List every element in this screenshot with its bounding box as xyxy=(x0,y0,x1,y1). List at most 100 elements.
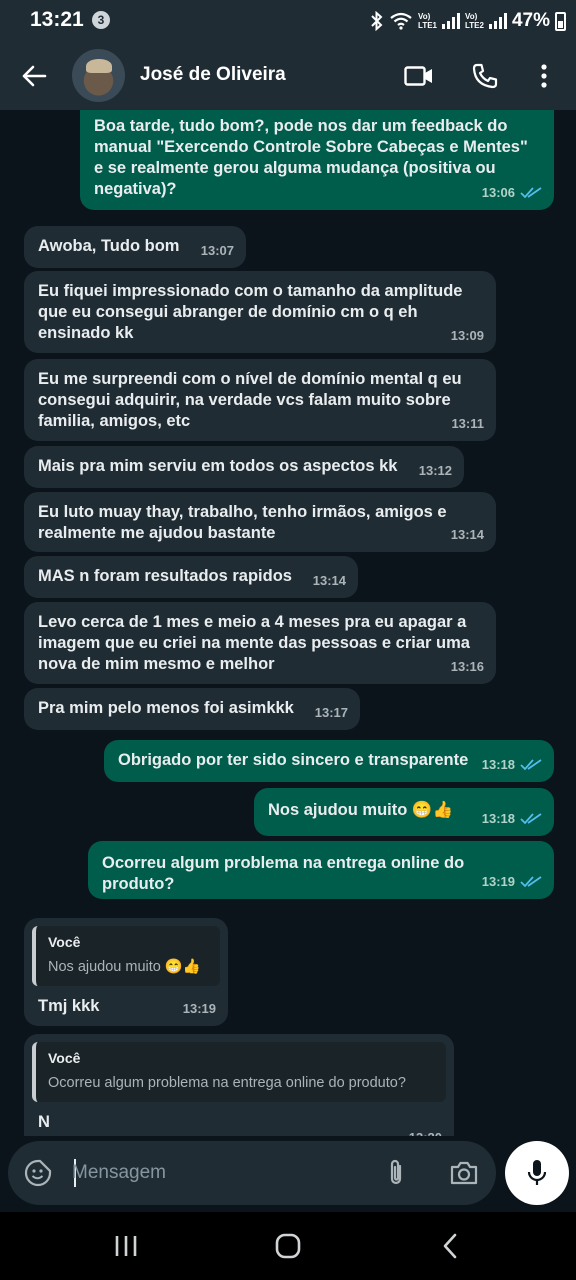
contact-name[interactable]: José de Oliveira xyxy=(140,64,286,86)
message-meta: 13:14 xyxy=(451,524,484,545)
message-text: Eu luto muay thay, trabalho, tenho irmão… xyxy=(38,503,447,542)
quoted-message[interactable]: Você Nos ajudou muito 😁👍 xyxy=(32,926,220,986)
video-camera-icon xyxy=(404,66,432,86)
message-time: 13:20 xyxy=(409,1127,442,1136)
message-time: 13:16 xyxy=(450,659,484,674)
message-meta: 13:16 xyxy=(451,656,484,677)
sim1-label: Vo) LTE1 xyxy=(418,12,437,30)
voice-call-button[interactable] xyxy=(468,59,502,93)
attach-button[interactable] xyxy=(380,1157,412,1189)
read-ticks-icon xyxy=(520,758,542,770)
status-icons: Vo) LTE1 Vo) LTE2 47% xyxy=(370,6,566,36)
message-meta: 13:17 xyxy=(315,702,348,723)
message-incoming-reply[interactable]: Você Ocorreu algum problema na entrega o… xyxy=(24,1034,454,1136)
avatar[interactable] xyxy=(72,49,125,102)
sticker-icon xyxy=(24,1159,52,1187)
message-text: Ocorreu algum problema na entrega online… xyxy=(102,854,465,893)
message-time: 13:18 xyxy=(481,757,515,772)
message-incoming[interactable]: MAS n foram resultados rapidos 13:14 xyxy=(24,556,358,598)
message-meta: 13:11 xyxy=(451,413,484,434)
message-input[interactable] xyxy=(72,1159,372,1187)
message-text: Eu fiquei impressionado com o tamanho da… xyxy=(38,282,463,342)
more-vertical-icon xyxy=(541,64,547,88)
bluetooth-icon xyxy=(370,11,384,31)
message-time: 13:06 xyxy=(481,185,515,200)
message-meta: 13:07 xyxy=(201,240,234,261)
wifi-icon xyxy=(389,12,413,30)
sim2-label: Vo) LTE2 xyxy=(465,12,484,30)
message-time: 13:17 xyxy=(314,705,348,720)
home-icon xyxy=(275,1233,301,1259)
message-time: 13:09 xyxy=(450,328,484,343)
message-incoming[interactable]: Eu me surpreendi com o nível de domínio … xyxy=(24,359,496,441)
message-time: 13:19 xyxy=(481,874,515,889)
quote-text: Ocorreu algum problema na entrega online… xyxy=(48,1075,406,1091)
message-time: 13:19 xyxy=(182,1001,216,1016)
system-navigation-bar xyxy=(0,1212,576,1280)
paperclip-icon xyxy=(390,1159,402,1185)
message-outgoing[interactable]: Nos ajudou muito 😁👍 13:18 xyxy=(254,788,554,836)
quote-text: Nos ajudou muito 😁👍 xyxy=(48,959,201,975)
home-button[interactable] xyxy=(268,1230,308,1262)
message-text: Mais pra mim serviu em todos os aspectos… xyxy=(38,457,398,475)
message-outgoing[interactable]: Boa tarde, tudo bom?, pode nos dar um fe… xyxy=(80,110,554,210)
message-meta: 13:12 xyxy=(419,460,452,481)
status-time: 13:21 xyxy=(30,8,84,31)
message-outgoing[interactable]: Ocorreu algum problema na entrega online… xyxy=(88,841,554,899)
battery-icon xyxy=(555,11,566,31)
message-meta: 13:09 xyxy=(451,325,484,346)
message-time: 13:18 xyxy=(481,811,515,826)
emoji-button[interactable] xyxy=(22,1157,54,1189)
system-back-button[interactable] xyxy=(430,1230,470,1262)
chat-header: José de Oliveira xyxy=(0,42,576,110)
recent-apps-button[interactable] xyxy=(106,1230,146,1262)
sim2-signal-icon xyxy=(488,13,507,29)
message-text: N xyxy=(38,1113,50,1131)
message-time: 13:11 xyxy=(451,416,484,431)
more-options-button[interactable] xyxy=(527,59,561,93)
message-text: Boa tarde, tudo bom?, pode nos dar um fe… xyxy=(94,117,528,198)
message-incoming[interactable]: Eu luto muay thay, trabalho, tenho irmão… xyxy=(24,492,496,552)
arrow-left-icon xyxy=(22,65,47,87)
message-meta: 13:19 xyxy=(482,871,542,892)
battery-percent: 47% xyxy=(511,10,550,31)
message-meta: 13:14 xyxy=(313,570,346,591)
sim1-volte: Vo) xyxy=(418,12,431,21)
message-incoming[interactable]: Pra mim pelo menos foi asimkkk 13:17 xyxy=(24,688,360,730)
microphone-icon xyxy=(527,1160,547,1185)
video-call-button[interactable] xyxy=(402,59,436,93)
message-composer xyxy=(8,1141,496,1205)
message-meta: 13:18 xyxy=(482,754,542,775)
message-incoming[interactable]: Levo cerca de 1 mes e meio a 4 meses pra… xyxy=(24,602,496,684)
message-text: Pra mim pelo menos foi asimkkk xyxy=(38,699,294,717)
message-meta: 13:06 xyxy=(482,182,542,203)
chevron-left-icon xyxy=(443,1233,457,1259)
message-incoming[interactable]: Awoba, Tudo bom 13:07 xyxy=(24,226,246,268)
sim1-lte: LTE1 xyxy=(418,21,437,30)
read-ticks-icon xyxy=(520,875,542,887)
read-ticks-icon xyxy=(520,186,542,198)
message-meta: 13:18 xyxy=(482,808,542,829)
message-meta: 13:20 xyxy=(409,1127,442,1136)
phone-icon xyxy=(472,63,498,89)
message-time: 13:12 xyxy=(418,463,452,478)
message-time: 13:14 xyxy=(450,527,484,542)
voice-message-button[interactable] xyxy=(505,1141,569,1205)
camera-button[interactable] xyxy=(448,1157,480,1189)
message-incoming-reply[interactable]: Você Nos ajudou muito 😁👍 Tmj kkk 13:19 xyxy=(24,918,228,1026)
message-text: Eu me surpreendi com o nível de domínio … xyxy=(38,370,462,430)
message-outgoing[interactable]: Obrigado por ter sido sincero e transpar… xyxy=(104,740,554,782)
quote-author: Você xyxy=(48,1050,81,1066)
quoted-message[interactable]: Você Ocorreu algum problema na entrega o… xyxy=(32,1042,446,1102)
message-incoming[interactable]: Eu fiquei impressionado com o tamanho da… xyxy=(24,271,496,353)
message-list[interactable]: Boa tarde, tudo bom?, pode nos dar um fe… xyxy=(0,110,576,1136)
message-time: 13:14 xyxy=(312,573,346,588)
message-time: 13:07 xyxy=(200,243,234,258)
message-incoming[interactable]: Mais pra mim serviu em todos os aspectos… xyxy=(24,446,464,488)
message-text: Obrigado por ter sido sincero e transpar… xyxy=(118,751,469,769)
message-text: MAS n foram resultados rapidos xyxy=(38,567,292,585)
message-meta: 13:19 xyxy=(183,998,216,1019)
back-button[interactable] xyxy=(18,61,50,91)
recents-icon xyxy=(115,1236,137,1256)
notification-count-badge: 3 xyxy=(92,11,110,29)
